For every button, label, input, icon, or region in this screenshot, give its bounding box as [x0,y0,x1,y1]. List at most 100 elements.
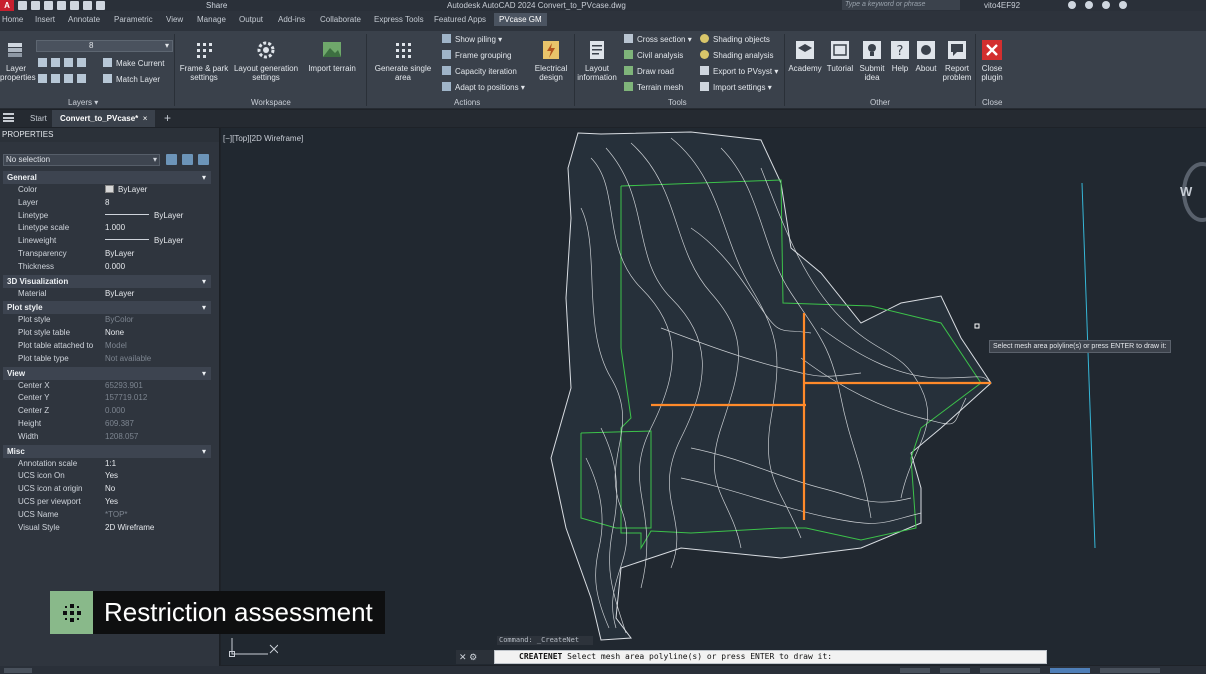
import-terrain-button[interactable]: Import terrain [304,39,360,73]
property-row[interactable]: Visual Style 2D Wireframe [3,522,211,535]
property-row[interactable]: UCS Name *TOP* [3,509,211,522]
property-value[interactable]: ByLayer [105,288,211,301]
tab-convert-to-pvcase[interactable]: Convert_to_PVcase* × [52,110,156,127]
tutorial-button[interactable]: Tutorial [823,39,857,73]
add-tab-icon[interactable]: + [156,110,179,127]
layers-panel-label[interactable]: Layers ▾ [68,98,98,107]
tab-express-tools[interactable]: Express Tools [374,15,424,24]
tab-home[interactable]: Home [2,15,23,24]
quick-select-icon[interactable] [198,154,209,165]
drawing-canvas[interactable]: [−][Top][2D Wireframe] Select mesh area … [221,128,1206,665]
property-value[interactable]: 1.000 [105,222,211,235]
property-value[interactable]: 1:1 [105,458,211,471]
academy-button[interactable]: Academy [787,39,823,73]
property-row[interactable]: Linetype ByLayer [3,210,211,223]
property-value[interactable]: 2D Wireframe [105,522,211,535]
tab-output[interactable]: Output [239,15,263,24]
property-value[interactable]: None [105,327,211,340]
command-input[interactable]: CREATENET Select mesh area polyline(s) o… [494,650,1047,664]
layer-tool-icon[interactable] [51,58,60,67]
property-row[interactable]: Material ByLayer [3,288,211,301]
close-command-icon[interactable]: ✕ [459,652,467,662]
share-network-icon[interactable] [1085,1,1093,9]
help-icon[interactable] [1102,1,1110,9]
import-settings-button[interactable]: Import settings ▾ [700,82,772,93]
shading-objects-button[interactable]: Shading objects [700,34,770,45]
section-3d-visualization[interactable]: 3D Visualization [3,274,211,288]
property-value[interactable]: 8 [105,197,211,210]
layer-tool-icon[interactable] [64,74,73,83]
property-value[interactable]: Yes [105,470,211,483]
property-value[interactable]: 0.000 [105,405,211,418]
property-value[interactable]: ByLayer [105,235,211,248]
layout-generation-settings-button[interactable]: Layout generation settings [232,39,300,82]
match-layer-button[interactable]: Match Layer [103,74,160,85]
property-row[interactable]: UCS icon On Yes [3,470,211,483]
report-problem-button[interactable]: Report problem [940,39,974,82]
property-value[interactable]: 65293.901 [105,380,211,393]
status-item[interactable] [1050,668,1090,673]
layout-information-button[interactable]: Layout information [576,39,618,82]
property-row[interactable]: Width 1208.057 [3,431,211,444]
property-value[interactable]: ByLayer [105,184,211,197]
property-value[interactable]: Model [105,340,211,353]
property-row[interactable]: Center Z 0.000 [3,405,211,418]
status-item[interactable] [4,668,32,673]
property-row[interactable]: UCS per viewport Yes [3,496,211,509]
property-value[interactable]: *TOP* [105,509,211,522]
export-pvsyst-button[interactable]: Export to PVsyst ▾ [700,66,778,77]
toggle-pickadd-icon[interactable] [166,154,177,165]
status-item[interactable] [980,668,1040,673]
property-row[interactable]: Annotation scale 1:1 [3,458,211,471]
property-row[interactable]: Plot table attached to Model [3,340,211,353]
layer-tool-icon[interactable] [38,74,47,83]
property-row[interactable]: Layer 8 [3,197,211,210]
save-as-icon[interactable] [57,1,66,10]
property-value[interactable]: 609.387 [105,418,211,431]
cart-icon[interactable] [1068,1,1076,9]
property-row[interactable]: Transparency ByLayer [3,248,211,261]
layer-tool-icon[interactable] [64,58,73,67]
property-row[interactable]: Center Y 157719.012 [3,392,211,405]
redo-icon[interactable] [96,1,105,10]
frame-grouping-button[interactable]: Frame grouping [442,50,511,61]
property-value[interactable]: Not available [105,353,211,366]
property-row[interactable]: Height 609.387 [3,418,211,431]
terrain-mesh-button[interactable]: Terrain mesh [624,82,683,93]
submit-idea-button[interactable]: Submit idea [857,39,887,82]
capacity-iteration-button[interactable]: Capacity iteration [442,66,517,77]
draw-road-button[interactable]: Draw road [624,66,674,77]
property-value[interactable]: ByLayer [105,210,211,223]
section-general[interactable]: General [3,171,211,184]
property-value[interactable]: 157719.012 [105,392,211,405]
make-current-button[interactable]: Make Current [103,58,164,69]
tab-add-ins[interactable]: Add-ins [278,15,305,24]
layer-tool-icon[interactable] [38,58,47,67]
property-row[interactable]: UCS icon at origin No [3,483,211,496]
property-row[interactable]: Color ByLayer [3,184,211,197]
property-value[interactable]: 1208.057 [105,431,211,444]
select-objects-icon[interactable] [182,154,193,165]
property-value[interactable]: ByColor [105,314,211,327]
layer-tool-icon[interactable] [77,58,86,67]
show-piling-button[interactable]: Show piling ▾ [442,34,502,45]
generate-single-area-button[interactable]: Generate single area [372,39,434,82]
undo-icon[interactable] [83,1,92,10]
civil-analysis-button[interactable]: Civil analysis [624,50,683,61]
property-row[interactable]: Plot table type Not available [3,353,211,366]
user-account[interactable]: vito4EF92 [984,0,1020,11]
frame-park-settings-button[interactable]: Frame & park settings [178,39,230,82]
property-value[interactable]: No [105,483,211,496]
layer-dropdown[interactable]: 8 ▾ [36,40,173,52]
section-misc[interactable]: Misc [3,444,211,458]
property-value[interactable]: 0.000 [105,261,211,274]
tab-annotate[interactable]: Annotate [68,15,100,24]
layer-tool-icon[interactable] [51,74,60,83]
about-button[interactable]: About [912,39,940,73]
property-row[interactable]: Lineweight ByLayer [3,235,211,248]
autocad-logo-icon[interactable]: A [0,0,14,11]
section-view[interactable]: View [3,366,211,380]
tab-start[interactable]: Start [22,110,55,127]
tab-insert[interactable]: Insert [35,15,55,24]
status-item[interactable] [940,668,970,673]
